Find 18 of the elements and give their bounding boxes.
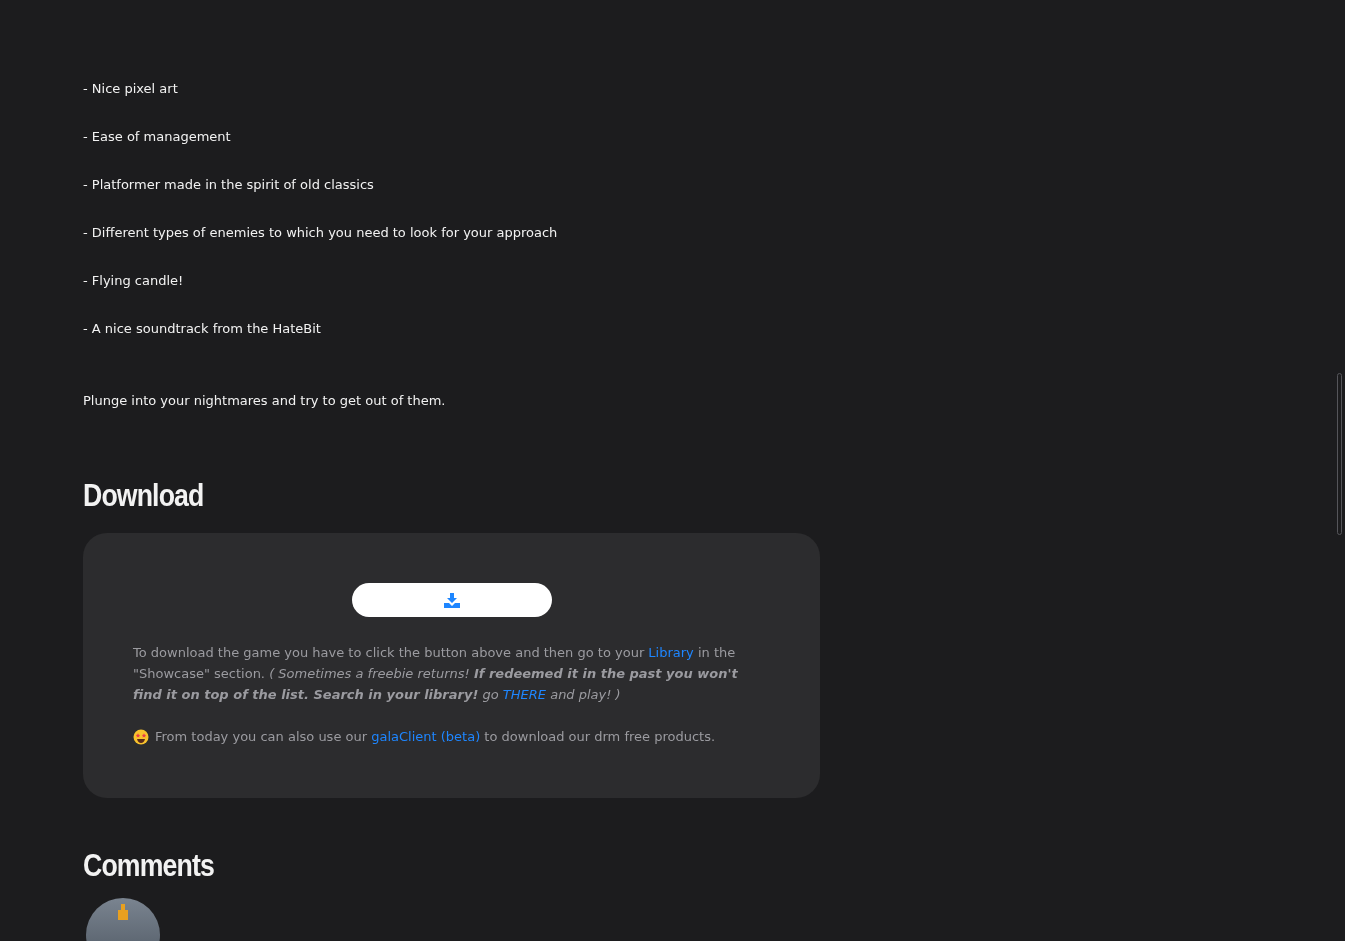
link[interactable]: galaClient (beta) [371,729,481,744]
download-instructions: To download the game you have to click the button above and then go to your Library in the "Showcase" section. ( Sometimes a freebie returns! If redeemed it in the past you won't find it on top of the list. Search in your library! go THERE and play! ) [133,644,739,704]
scrollbar-thumb[interactable] [1337,373,1342,535]
paragraph: Plunge into your nightmares and try to get out of them. [83,392,447,410]
download-icon [443,592,460,608]
feature-item: - Ease of management [83,128,232,146]
feature-item: - Flying candle! [83,272,185,290]
download-button[interactable] [351,583,552,617]
link[interactable]: THERE [502,687,547,702]
section-heading: Comments [83,847,214,885]
feature-item: - Platformer made in the spirit of old classics [83,176,375,194]
feature-item: - Nice pixel art [83,80,179,98]
star-eyes-face-icon [133,728,149,745]
link[interactable]: Library [648,645,694,660]
section-heading: Download [83,477,204,515]
client-note: From today you can also use our galaClient (beta) to download our drm free products. [155,728,716,746]
feature-item: - A nice soundtrack from the HateBit [83,320,322,338]
feature-item: - Different types of enemies to which you need to look for your approach [83,224,559,242]
